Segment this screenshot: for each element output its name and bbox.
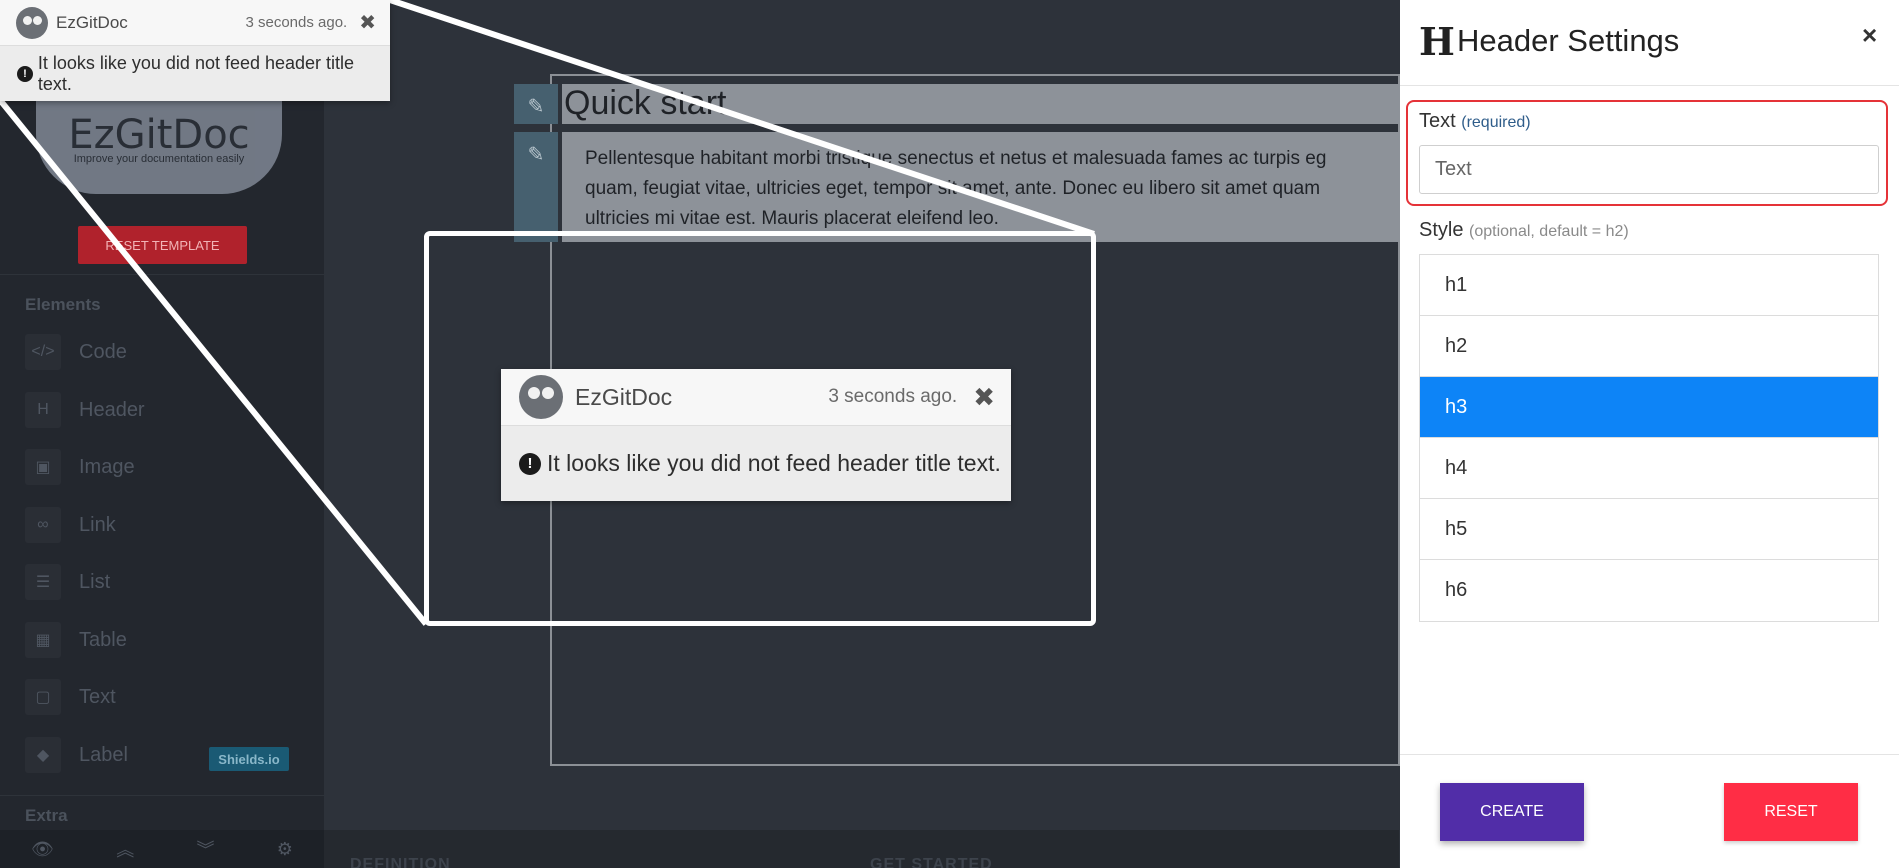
warning-icon: ! <box>17 65 33 82</box>
style-option-h1[interactable]: h1 <box>1420 255 1878 316</box>
required-hint: (required) <box>1461 114 1531 131</box>
header-settings-panel: H Header Settings × Text (required) Styl… <box>1400 0 1899 868</box>
style-field-label: Style (optional, default = h2) <box>1419 219 1629 242</box>
style-option-h2[interactable]: h2 <box>1420 316 1878 377</box>
header-icon: H <box>1419 19 1455 64</box>
toast-body: ! It looks like you did not feed header … <box>501 426 1011 501</box>
toast-time: 3 seconds ago. <box>828 386 958 407</box>
toast-app-name: EzGitDoc <box>56 12 128 32</box>
text-label: Text <box>1419 110 1456 132</box>
toast-notification-magnified: EzGitDoc 3 seconds ago. ✖ ! It looks lik… <box>501 369 1011 501</box>
style-option-h3[interactable]: h3 <box>1420 377 1878 438</box>
toast-body: ! It looks like you did not feed header … <box>0 46 390 101</box>
toast-message: It looks like you did not feed header ti… <box>37 52 355 94</box>
toast-message: It looks like you did not feed header ti… <box>547 450 1001 476</box>
toast-header: EzGitDoc 3 seconds ago. ✖ <box>0 0 390 46</box>
toast-notification: EzGitDoc 3 seconds ago. ✖ ! It looks lik… <box>0 0 390 101</box>
close-icon[interactable]: ✖ <box>973 382 995 413</box>
style-option-h6[interactable]: h6 <box>1420 560 1878 621</box>
style-list: h1 h2 h3 h4 h5 h6 <box>1419 254 1879 622</box>
warning-icon: ! <box>519 452 541 475</box>
owl-logo-icon <box>519 375 563 419</box>
text-field-label: Text (required) <box>1419 110 1531 133</box>
callout-line <box>389 0 1095 237</box>
close-icon[interactable]: × <box>1862 20 1877 51</box>
reset-button[interactable]: RESET <box>1724 783 1858 841</box>
style-label: Style <box>1419 219 1464 241</box>
toast-time: 3 seconds ago. <box>245 14 348 31</box>
toast-header: EzGitDoc 3 seconds ago. ✖ <box>501 369 1011 426</box>
create-button[interactable]: CREATE <box>1440 783 1584 841</box>
panel-title: Header Settings <box>1457 23 1680 58</box>
style-option-h5[interactable]: h5 <box>1420 499 1878 560</box>
callout-line <box>0 98 429 626</box>
close-icon[interactable]: ✖ <box>359 10 376 35</box>
toast-app-name: EzGitDoc <box>575 383 673 410</box>
style-option-h4[interactable]: h4 <box>1420 438 1878 499</box>
header-text-input[interactable] <box>1419 145 1879 194</box>
owl-logo-icon <box>16 6 48 39</box>
panel-header: H Header Settings × <box>1400 0 1899 86</box>
style-hint: (optional, default = h2) <box>1469 223 1629 240</box>
panel-footer-divider <box>1400 754 1899 755</box>
